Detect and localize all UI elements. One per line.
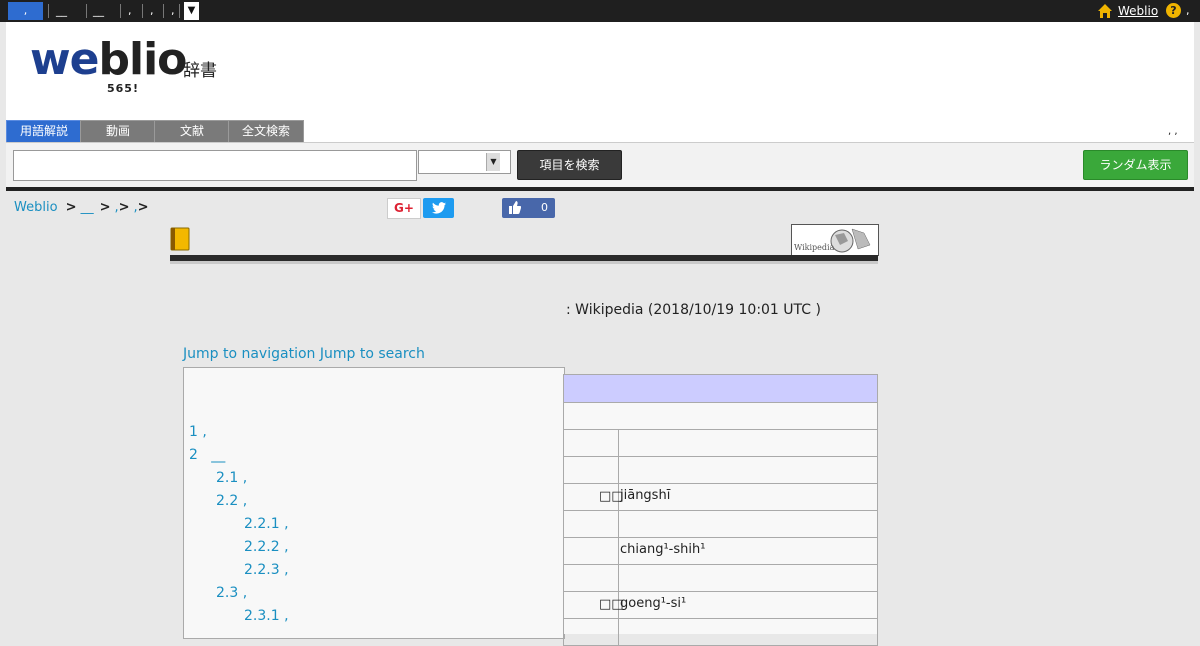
twitter-bird-icon bbox=[431, 202, 446, 214]
infobox-row bbox=[563, 565, 878, 592]
wikipedia-logo[interactable]: Wikipedia bbox=[791, 224, 879, 256]
section-bar-shadow bbox=[170, 261, 878, 264]
infobox-row bbox=[563, 403, 878, 430]
topbar-dropdown[interactable]: ▼ bbox=[184, 2, 199, 20]
header-right-text: , , bbox=[1168, 126, 1178, 137]
topbar-separator bbox=[142, 4, 143, 18]
infobox-row bbox=[563, 619, 878, 646]
help-icon[interactable]: ? bbox=[1166, 3, 1181, 18]
infobox-divider bbox=[618, 619, 619, 645]
tab-video[interactable]: 動画 bbox=[80, 120, 156, 142]
user-link[interactable]: Weblio bbox=[1118, 2, 1158, 20]
logo-count: 565! bbox=[107, 82, 139, 95]
toc-item[interactable]: 2.2.2 , bbox=[244, 539, 289, 555]
infobox-divider bbox=[618, 565, 619, 591]
tab-literature[interactable]: 文献 bbox=[154, 120, 230, 142]
topbar-item[interactable]: , bbox=[150, 2, 154, 20]
google-plus-button[interactable]: G+ bbox=[387, 198, 421, 219]
search-button[interactable]: 項目を検索 bbox=[517, 150, 622, 180]
jump-to-navigation-link[interactable]: Jump to navigation bbox=[183, 346, 315, 362]
breadcrumb-home[interactable]: Weblio bbox=[14, 200, 62, 215]
infobox-row: chiang¹-shih¹ bbox=[563, 538, 878, 565]
search-input[interactable] bbox=[13, 150, 417, 181]
like-count: 0 bbox=[541, 201, 548, 214]
site-header: weblio 辞書 565! 用語解説 動画 文献 全文検索 , , bbox=[6, 22, 1194, 142]
source-line: : Wikipedia (2018/10/19 10:01 UTC ) bbox=[566, 302, 821, 318]
toc-item[interactable]: 2.2.3 , bbox=[244, 562, 289, 578]
breadcrumb-sep: > bbox=[118, 200, 130, 215]
breadcrumb-item[interactable]: __ bbox=[81, 200, 94, 215]
home-icon[interactable] bbox=[1097, 3, 1113, 19]
book-icon bbox=[170, 227, 190, 251]
toc-item[interactable]: 2.3.1 , bbox=[244, 608, 289, 624]
infobox-row bbox=[563, 511, 878, 538]
infobox-value: chiang¹-shih¹ bbox=[620, 542, 706, 557]
search-bar: ▼ 項目を検索 ランダム表示 bbox=[6, 142, 1194, 187]
infobox-value: goeng¹-si¹ bbox=[620, 596, 687, 611]
breadcrumb-sep: > bbox=[65, 200, 77, 215]
topbar-item[interactable]: __ bbox=[93, 2, 104, 20]
topbar-separator bbox=[120, 4, 121, 18]
divider bbox=[6, 187, 1194, 191]
infobox-row: □□ goeng¹-si¹ bbox=[563, 592, 878, 619]
toc-item[interactable]: 2.3 , bbox=[216, 585, 247, 601]
jump-to-search-link[interactable]: Jump to search bbox=[320, 346, 425, 362]
chevron-down-icon[interactable]: ▼ bbox=[486, 153, 500, 171]
topbar-item-active[interactable]: , bbox=[8, 2, 43, 20]
wikipedia-label: Wikipedia bbox=[794, 243, 835, 252]
infobox-row: □□ jiāngshī bbox=[563, 484, 878, 511]
tweet-button[interactable] bbox=[423, 198, 454, 218]
breadcrumb-item[interactable]: , bbox=[114, 200, 118, 215]
topbar-separator bbox=[179, 4, 180, 18]
toc-item[interactable]: 2.2.1 , bbox=[244, 516, 289, 532]
logo-jisho-label: 辞書 bbox=[183, 61, 217, 81]
toc-item[interactable]: 1 , bbox=[189, 424, 207, 440]
tab-glossary[interactable]: 用語解説 bbox=[6, 120, 82, 142]
breadcrumb-sep: > bbox=[137, 200, 149, 215]
jump-links: Jump to navigation Jump to search bbox=[183, 346, 425, 362]
topbar-item[interactable]: , bbox=[171, 2, 175, 20]
infobox-divider bbox=[618, 457, 619, 483]
infobox-divider bbox=[618, 538, 619, 564]
topbar-item[interactable]: __ bbox=[56, 2, 67, 20]
breadcrumb: Weblio > __ > ,> ,> bbox=[14, 200, 153, 215]
topbar-separator bbox=[163, 4, 164, 18]
table-of-contents: 1 , 2 __ 2.1 , 2.2 , 2.2.1 , 2.2.2 , 2.2… bbox=[183, 367, 565, 639]
topbar-separator bbox=[48, 4, 49, 18]
toc-item[interactable]: 2.1 , bbox=[216, 470, 247, 486]
infobox-value: jiāngshī bbox=[620, 488, 671, 503]
thumbs-up-icon bbox=[509, 201, 521, 214]
top-bar: , __ __ , , , ▼ Weblio ? , bbox=[0, 0, 1200, 22]
infobox: □□ jiāngshī chiang¹-shih¹ □□ goeng¹-si¹ bbox=[563, 374, 878, 646]
infobox-header bbox=[563, 374, 878, 403]
infobox-divider bbox=[618, 430, 619, 456]
tab-fulltext[interactable]: 全文検索 bbox=[228, 120, 304, 142]
toc-item[interactable]: 2 __ bbox=[189, 447, 225, 463]
weblio-logo[interactable]: weblio bbox=[30, 32, 187, 88]
facebook-like-button[interactable]: 0 bbox=[502, 198, 555, 218]
random-button[interactable]: ランダム表示 bbox=[1083, 150, 1188, 180]
topbar-separator bbox=[86, 4, 87, 18]
breadcrumb-sep: > bbox=[99, 200, 111, 215]
infobox-divider bbox=[618, 511, 619, 537]
topbar-item[interactable]: , bbox=[128, 2, 132, 20]
topbar-tail: , bbox=[1186, 4, 1190, 17]
infobox-row bbox=[563, 430, 878, 457]
toc-item[interactable]: 2.2 , bbox=[216, 493, 247, 509]
infobox-row bbox=[563, 457, 878, 484]
